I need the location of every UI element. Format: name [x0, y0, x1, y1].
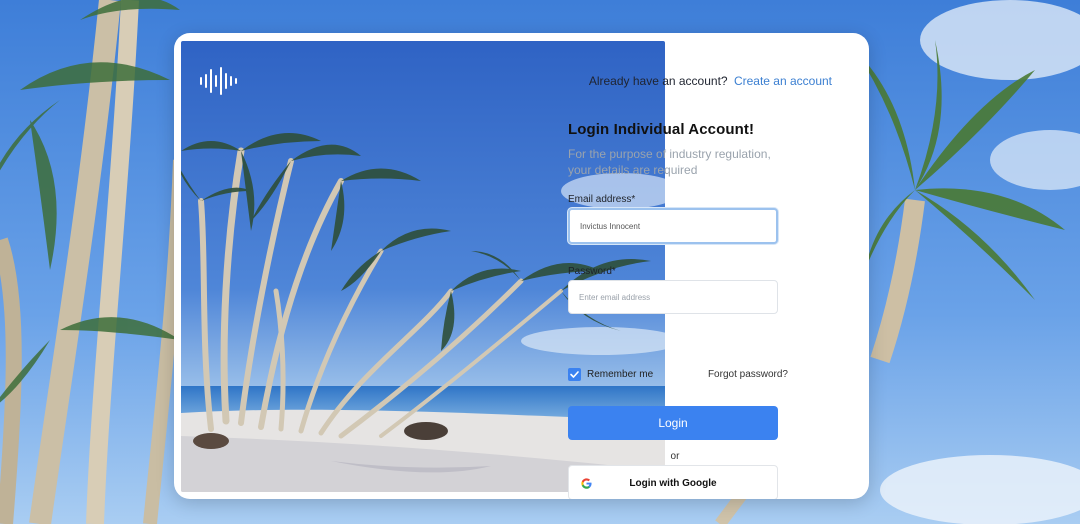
remember-label: Remember me	[587, 369, 654, 380]
remember-row: Remember me Forgot password?	[568, 367, 788, 383]
google-login-label: Login with Google	[629, 478, 717, 489]
remember-checkbox[interactable]	[568, 368, 581, 381]
account-prompt-text: Already have an account?	[588, 74, 728, 88]
login-form: Login Individual Account! For the purpos…	[568, 121, 798, 499]
password-input[interactable]	[568, 280, 778, 314]
form-subtitle: For the purpose of industry regulation, …	[568, 147, 771, 177]
google-login-button[interactable]: Login with Google	[568, 465, 778, 499]
form-title: Login Individual Account!	[568, 121, 755, 138]
create-account-link[interactable]: Create an account	[734, 74, 832, 88]
email-input[interactable]	[568, 208, 778, 244]
email-label: Email address*	[568, 194, 636, 205]
forgot-password-link[interactable]: Forgot password?	[708, 369, 788, 380]
checkmark-icon	[570, 371, 579, 378]
account-prompt: Already have an account? Create an accou…	[589, 74, 832, 88]
login-button[interactable]: Login	[568, 406, 778, 440]
or-divider: or	[670, 451, 680, 462]
password-label: Password*	[568, 266, 616, 277]
login-card: Already have an account? Create an accou…	[174, 33, 869, 499]
sound-wave-logo-icon	[200, 67, 237, 95]
